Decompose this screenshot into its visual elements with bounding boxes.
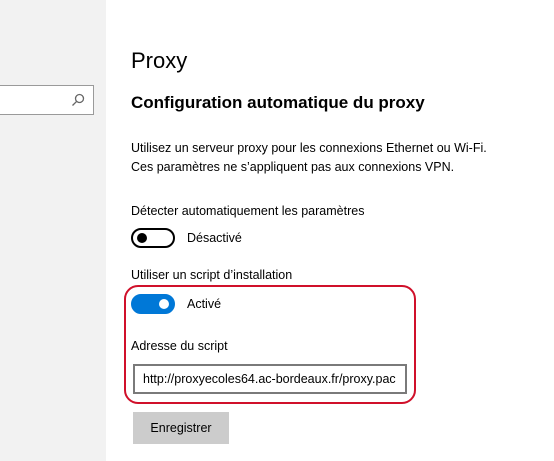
setup-script-toggle[interactable] (131, 294, 175, 314)
auto-detect-toggle-row: Désactivé (131, 228, 242, 248)
toggle-knob (159, 299, 169, 309)
auto-detect-label: Détecter automatiquement les paramètres (131, 204, 365, 218)
setup-script-toggle-row: Activé (131, 294, 221, 314)
settings-window: Proxy Configuration automatique du proxy… (0, 0, 554, 461)
script-address-label: Adresse du script (131, 339, 228, 353)
save-button[interactable]: Enregistrer (133, 412, 229, 444)
description-line-2: Ces paramètres ne s’appliquent pas aux c… (131, 160, 455, 174)
toggle-knob (137, 233, 147, 243)
description-line-1: Utilisez un serveur proxy pour les conne… (131, 141, 487, 155)
search-box[interactable] (0, 85, 94, 115)
auto-detect-toggle[interactable] (131, 228, 175, 248)
section-title: Configuration automatique du proxy (131, 93, 425, 112)
script-address-input[interactable] (133, 364, 407, 394)
setup-script-label: Utiliser un script d’installation (131, 268, 293, 282)
sidebar (0, 0, 106, 461)
description: Utilisez un serveur proxy pour les conne… (131, 139, 487, 177)
setup-script-state: Activé (187, 297, 222, 311)
page-title: Proxy (131, 48, 188, 73)
search-icon[interactable] (71, 93, 85, 107)
auto-detect-state: Désactivé (187, 231, 242, 245)
